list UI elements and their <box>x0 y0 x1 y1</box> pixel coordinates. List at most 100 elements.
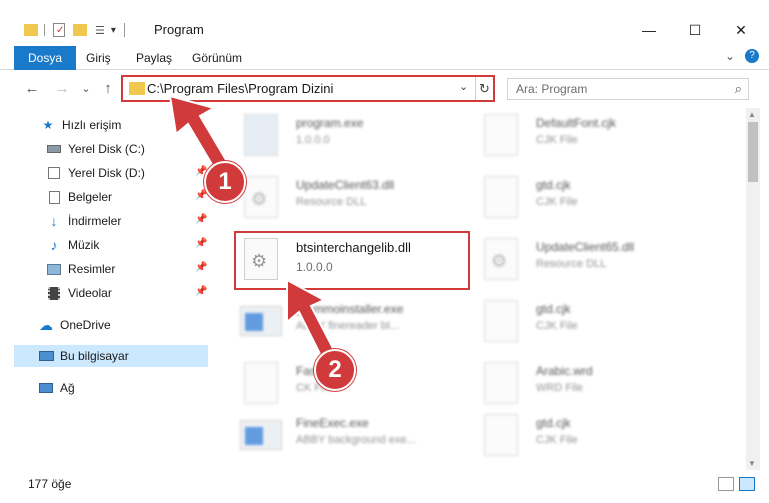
title-bar: ✓ ☰ ▾ Program — ☐ ✕ <box>0 0 769 44</box>
address-bar[interactable]: C:\Program Files\Program Dizini ⌄ ↻ <box>121 75 495 102</box>
pictures-icon <box>46 262 62 276</box>
tab-view[interactable]: Görünüm <box>182 46 252 70</box>
folder-icon[interactable] <box>24 24 38 36</box>
nav-this-pc[interactable]: Bu bilgisayar <box>38 345 129 367</box>
network-icon <box>38 381 54 395</box>
file-item[interactable]: UpdateClient65.dll Resource DLL <box>470 232 710 294</box>
file-name: UpdateClient65.dll <box>536 240 635 254</box>
tab-file[interactable]: Dosya <box>14 46 77 70</box>
search-placeholder: Ara: Program <box>516 82 588 96</box>
nav-network[interactable]: Ağ <box>38 377 75 399</box>
pin-icon[interactable]: 📌 <box>195 286 207 297</box>
file-icon <box>244 114 278 156</box>
close-button[interactable]: ✕ <box>718 18 764 42</box>
file-name: Arabic.wrd <box>536 364 593 378</box>
music-icon: ♪ <box>50 237 58 253</box>
file-name: gtd.cjk <box>536 302 571 316</box>
nav-item-videos[interactable]: Videolar <box>46 282 112 304</box>
nav-item-downloads[interactable]: ↓ İndirmeler <box>46 210 122 232</box>
nav-item-music[interactable]: ♪ Müzik <box>46 234 100 256</box>
nav-label: Bu bilgisayar <box>60 349 129 363</box>
cloud-icon: ☁ <box>39 316 53 333</box>
file-details: 1.0.0.0 <box>296 134 330 146</box>
item-count: 177 öğe <box>28 477 72 491</box>
file-item[interactable]: gtd.cjk CJK File <box>470 170 710 232</box>
file-item[interactable]: UpdateClient63.dll Resource DLL <box>230 170 470 232</box>
search-box[interactable]: Ara: Program ⌕ <box>507 78 749 100</box>
nav-item-disk-d[interactable]: Yerel Disk (D:) <box>46 162 145 184</box>
file-item[interactable]: grammoinstaller.exe ABBY finereader bt..… <box>230 294 470 356</box>
up-button[interactable]: ↑ <box>98 80 118 98</box>
file-details: Resource DLL <box>296 196 367 208</box>
scroll-up-icon[interactable]: ▲ <box>748 110 756 119</box>
file-item[interactable]: DefaultFont.cjk CJK File <box>470 108 710 170</box>
step-marker-2: 2 <box>314 349 356 391</box>
window-title: Program <box>154 22 204 37</box>
file-name: UpdateClient63.dll <box>296 178 395 192</box>
file-item[interactable]: gtd.cjk CJK File <box>470 408 710 470</box>
navigation-pane: ★ Hızlı erişim Yerel Disk (C:) Yerel Dis… <box>0 108 210 468</box>
search-icon[interactable]: ⌕ <box>735 81 742 97</box>
chevron-down-icon[interactable]: ▾ <box>111 25 116 36</box>
nav-label: Belgeler <box>68 190 113 204</box>
maximize-button[interactable]: ☐ <box>672 18 718 42</box>
scroll-down-icon[interactable]: ▼ <box>748 459 756 468</box>
nav-item-pictures[interactable]: Resimler <box>46 258 115 280</box>
file-name: FineExec.exe <box>296 416 369 430</box>
file-icon <box>484 176 518 218</box>
vertical-scrollbar[interactable]: ▲ ▼ <box>746 108 760 470</box>
nav-label: Resimler <box>68 262 116 276</box>
file-item[interactable]: gtd.cjk CJK File <box>470 294 710 356</box>
chevron-down-icon[interactable]: ⌄ <box>459 80 468 93</box>
nav-label: Yerel Disk (C:) <box>68 142 145 156</box>
nav-onedrive[interactable]: ☁ OneDrive <box>38 314 111 336</box>
quick-access-toolbar: ✓ ☰ ▾ <box>24 21 125 39</box>
nav-label: İndirmeler <box>68 214 122 228</box>
exe-file-icon <box>240 306 282 336</box>
nav-label: OneDrive <box>60 318 111 332</box>
large-icons-view-icon[interactable] <box>739 477 755 491</box>
dll-file-icon <box>244 176 278 218</box>
recent-locations-button[interactable]: ⌄ <box>76 80 96 98</box>
nav-quick-access[interactable]: ★ Hızlı erişim <box>40 114 122 136</box>
pin-icon[interactable]: 📌 <box>195 214 207 225</box>
ribbon-tabs: Dosya Giriş Paylaş Görünüm ⌄ ? <box>0 46 769 70</box>
nav-label: Hızlı erişim <box>62 118 122 132</box>
computer-icon <box>38 349 54 363</box>
nav-label: Yerel Disk (D:) <box>68 166 145 180</box>
file-name: grammoinstaller.exe <box>296 302 404 316</box>
videos-icon <box>46 286 62 300</box>
file-details: Resource DLL <box>536 258 607 270</box>
scrollbar-thumb[interactable] <box>748 122 758 182</box>
nav-label: Videolar <box>68 286 112 300</box>
properties-icon[interactable]: ✓ <box>53 23 65 37</box>
pin-icon[interactable]: 📌 <box>195 262 207 273</box>
drive-icon <box>46 166 62 180</box>
back-button[interactable]: ← <box>22 80 42 98</box>
separator <box>44 24 45 36</box>
address-path[interactable]: C:\Program Files\Program Dizini <box>147 81 333 96</box>
file-details: ABBY finereader bt... <box>296 320 400 332</box>
file-item[interactable]: FineExec.exe ABBY background exe... <box>230 408 470 470</box>
file-name: gtd.cjk <box>536 178 571 192</box>
downloads-icon: ↓ <box>50 213 58 229</box>
new-folder-icon[interactable] <box>73 24 87 36</box>
refresh-button[interactable]: ↻ <box>475 77 493 100</box>
customize-toolbar-icon[interactable]: ☰ <box>95 24 105 37</box>
minimize-button[interactable]: — <box>626 18 672 42</box>
file-item[interactable]: program.exe 1.0.0.0 <box>230 108 470 170</box>
step-marker-1: 1 <box>204 161 246 203</box>
forward-button[interactable]: → <box>52 80 72 98</box>
nav-item-documents[interactable]: Belgeler <box>46 186 112 208</box>
file-icon <box>484 414 518 456</box>
tab-share[interactable]: Paylaş <box>126 46 182 70</box>
pin-icon[interactable]: 📌 <box>195 238 207 249</box>
nav-item-disk-c[interactable]: Yerel Disk (C:) <box>46 138 145 160</box>
file-icon <box>244 362 278 404</box>
help-icon[interactable]: ? <box>745 49 759 63</box>
expand-ribbon-icon[interactable]: ⌄ <box>725 49 735 63</box>
file-name: DefaultFont.cjk <box>536 116 617 130</box>
details-view-icon[interactable] <box>718 477 734 491</box>
target-file-highlight <box>234 231 470 290</box>
tab-home[interactable]: Giriş <box>76 46 121 70</box>
